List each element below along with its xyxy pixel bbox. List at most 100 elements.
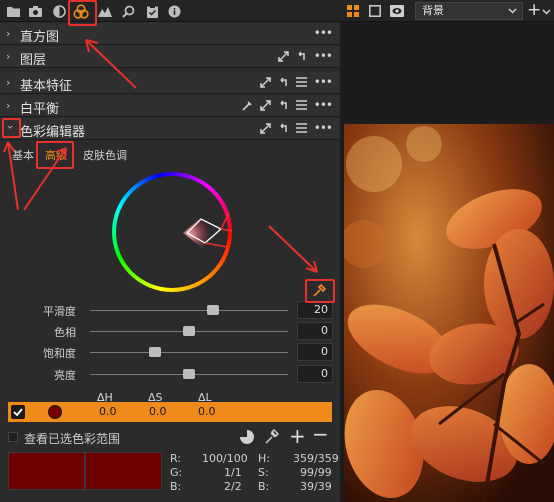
r-label: R:: [170, 452, 182, 465]
search-icon[interactable]: [121, 4, 135, 18]
expand-icon[interactable]: [260, 122, 272, 134]
reset-icon[interactable]: [296, 50, 308, 62]
reset-icon[interactable]: [278, 76, 290, 88]
reset-icon[interactable]: [278, 122, 290, 134]
section-white-balance[interactable]: › 白平衡 •••: [0, 95, 340, 117]
photo-leaves: [344, 124, 554, 502]
more-icon[interactable]: •••: [314, 122, 333, 134]
slider-handle[interactable]: [183, 326, 195, 336]
tool-panel: › 直方图 ••• › 图层 ••• › 基本特征 ••• › 白平衡 •••: [0, 0, 340, 502]
slider-label: 饱和度: [43, 347, 76, 360]
remove-icon[interactable]: −: [312, 422, 329, 446]
eye-icon[interactable]: [390, 5, 404, 17]
after-swatch: [85, 452, 162, 490]
section-title: 图层: [20, 53, 47, 68]
clipboard-icon[interactable]: [145, 4, 159, 18]
add-icon[interactable]: +: [289, 424, 306, 448]
annotation-box-picker: [305, 279, 335, 303]
list-icon[interactable]: [296, 99, 308, 111]
chevron-right-icon[interactable]: ›: [6, 27, 16, 41]
slider-row: 亮度 0: [0, 364, 340, 384]
delta-s-value: 0.0: [149, 405, 167, 418]
table-row[interactable]: 0.0 0.0 0.0: [8, 402, 332, 422]
layer-select[interactable]: 背景: [415, 2, 523, 20]
list-icon[interactable]: [296, 76, 308, 88]
more-icon[interactable]: •••: [314, 76, 333, 88]
slider-value-input[interactable]: 0: [297, 322, 333, 340]
annotation-box-advanced-tab: [36, 141, 74, 169]
slider-row: 色相 0: [0, 321, 340, 341]
brightness-value: 39/39: [300, 480, 332, 493]
h-value: 359/359: [293, 452, 339, 465]
tool-tabs-toolbar: [0, 0, 340, 22]
section-layers[interactable]: › 图层 •••: [0, 46, 340, 68]
slider-label: 亮度: [54, 369, 76, 382]
row-checkbox[interactable]: [11, 405, 25, 419]
list-icon[interactable]: [296, 122, 308, 134]
slider-label: 色相: [54, 326, 76, 339]
check-icon: [13, 408, 23, 417]
chevron-down-icon: [508, 8, 517, 14]
color-range-selector[interactable]: [175, 205, 240, 255]
chevron-down-icon[interactable]: [542, 9, 551, 15]
slider-handle[interactable]: [149, 347, 162, 357]
annotation-box-color-tab: [68, 0, 97, 26]
expand-icon[interactable]: [278, 50, 290, 62]
info-icon[interactable]: [167, 4, 181, 18]
slider-handle[interactable]: [183, 369, 195, 379]
g-label: G:: [170, 466, 183, 479]
tab-basic[interactable]: 基本: [12, 147, 34, 163]
slider-label: 平滑度: [43, 305, 76, 318]
layers-icon[interactable]: [98, 4, 112, 18]
section-title: 直方图: [20, 30, 60, 45]
color-swatch[interactable]: [48, 405, 62, 419]
b-label: B:: [170, 480, 182, 493]
g-value: 1/1: [224, 466, 242, 479]
r-value: 100/100: [202, 452, 248, 465]
section-basic-characteristics[interactable]: › 基本特征 •••: [0, 72, 340, 94]
camera-icon[interactable]: [28, 4, 42, 18]
delta-l-value: 0.0: [198, 405, 216, 418]
chevron-right-icon[interactable]: ›: [6, 99, 16, 113]
image-viewer: 背景 +: [340, 0, 554, 502]
more-icon[interactable]: •••: [314, 99, 333, 111]
slider-row: 平滑度 20: [0, 300, 340, 320]
tab-skin-tone[interactable]: 皮肤色调: [83, 147, 127, 163]
chevron-right-icon[interactable]: ›: [6, 76, 16, 90]
slider-handle[interactable]: [206, 305, 219, 315]
view-range-checkbox[interactable]: [8, 432, 18, 442]
reset-icon[interactable]: [278, 99, 290, 111]
before-swatch: [8, 452, 85, 490]
folder-icon[interactable]: [6, 4, 20, 18]
annotation-box-chevron: [2, 118, 21, 138]
grid-icon[interactable]: [347, 5, 359, 17]
slider-value-input[interactable]: 20: [297, 301, 333, 319]
more-icon[interactable]: •••: [314, 50, 333, 62]
slider-track[interactable]: [90, 310, 288, 311]
chevron-right-icon[interactable]: ›: [6, 50, 16, 64]
single-view-icon[interactable]: [369, 5, 381, 17]
add-layer-icon[interactable]: +: [527, 0, 541, 20]
view-range-label: 查看已选色彩范围: [24, 432, 121, 446]
more-icon[interactable]: •••: [314, 27, 333, 39]
h-label: H:: [258, 452, 270, 465]
expand-icon[interactable]: [260, 76, 272, 88]
b-value: 2/2: [224, 480, 242, 493]
expand-icon[interactable]: [260, 99, 272, 111]
section-color-editor[interactable]: › 色彩编辑器 •••: [0, 118, 340, 140]
pick-range-icon[interactable]: [264, 429, 280, 445]
slider-value-input[interactable]: 0: [297, 343, 333, 361]
slider-value-input[interactable]: 0: [297, 365, 333, 383]
section-histogram[interactable]: › 直方图 •••: [0, 23, 340, 45]
section-title: 色彩编辑器: [20, 125, 86, 140]
section-title: 白平衡: [20, 102, 60, 117]
viewer-toolbar: 背景 +: [340, 0, 554, 22]
layer-select-value: 背景: [422, 4, 444, 17]
color-lens-icon[interactable]: [52, 4, 66, 18]
brightness-label: B:: [258, 480, 270, 493]
eyedropper-icon[interactable]: [242, 99, 254, 111]
s-value: 99/99: [300, 466, 332, 479]
slider-track[interactable]: [90, 352, 288, 353]
pie-icon[interactable]: [240, 430, 254, 444]
s-label: S:: [258, 466, 269, 479]
